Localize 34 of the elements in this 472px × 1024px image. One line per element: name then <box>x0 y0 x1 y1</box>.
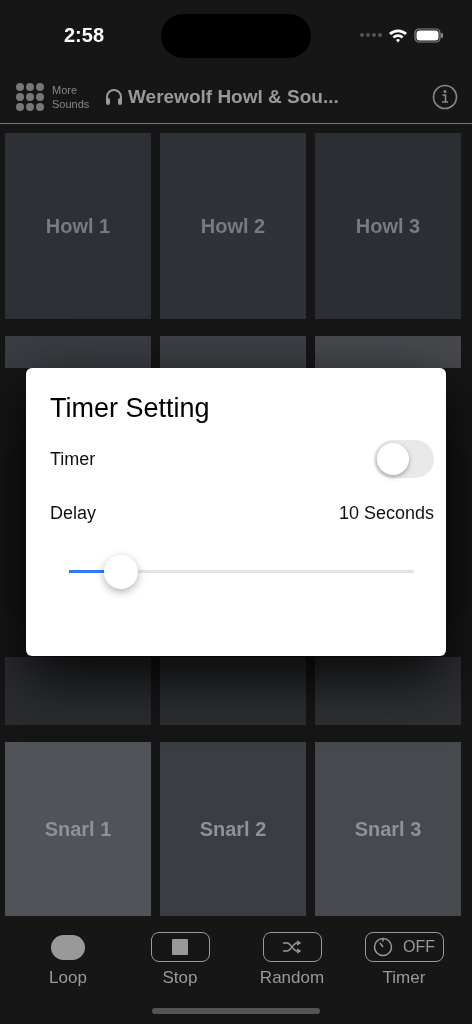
shuffle-icon <box>282 940 302 954</box>
sound-pad[interactable] <box>315 336 461 368</box>
sound-pad[interactable]: Snarl 1 <box>5 742 151 916</box>
timer-button[interactable]: OFF <box>364 932 444 962</box>
shuffle-button[interactable] <box>262 932 322 962</box>
sound-pad[interactable]: Howl 1 <box>5 133 151 319</box>
toolbar-label: Random <box>259 968 325 988</box>
sound-pad[interactable]: Snarl 3 <box>315 742 461 916</box>
grid-icon[interactable] <box>16 82 44 111</box>
toolbar-label: Loop <box>49 968 87 988</box>
stopwatch-icon <box>373 937 393 957</box>
sound-pad[interactable] <box>5 657 151 725</box>
stop-button[interactable] <box>150 932 210 962</box>
sound-pad[interactable] <box>160 657 306 725</box>
status-time: 2:58 <box>64 23 105 47</box>
sound-pad[interactable]: Howl 2 <box>160 133 306 319</box>
wifi-icon <box>388 27 408 43</box>
timer-toggle[interactable] <box>374 440 434 478</box>
battery-icon <box>414 27 444 43</box>
sound-pad[interactable]: Howl 3 <box>315 133 461 319</box>
sound-pad[interactable] <box>315 657 461 725</box>
sound-pad[interactable] <box>5 336 151 368</box>
sound-pad[interactable] <box>160 336 306 368</box>
info-icon[interactable] <box>432 83 458 110</box>
delay-slider[interactable] <box>69 554 414 588</box>
toolbar-label: Timer <box>382 968 426 988</box>
toolbar-label: Stop <box>162 968 198 988</box>
sound-set-title: Werewolf Howl & Sou... <box>128 85 340 108</box>
stop-icon <box>172 939 188 955</box>
more-sounds-link[interactable]: More Sounds <box>52 82 96 111</box>
headphones-icon <box>104 86 124 107</box>
sound-pad[interactable]: Snarl 2 <box>160 742 306 916</box>
loop-button[interactable] <box>51 935 85 960</box>
signal-icon <box>360 32 382 38</box>
